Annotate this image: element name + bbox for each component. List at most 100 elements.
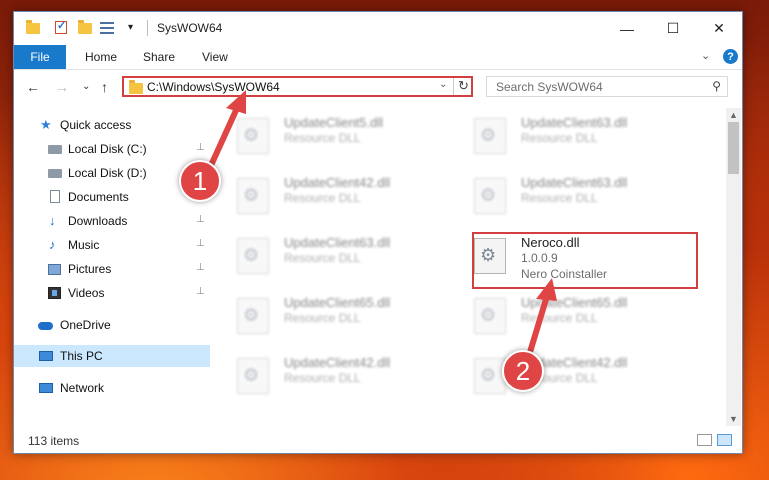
dll-file-icon — [474, 118, 506, 154]
pin-icon[interactable]: ⊥ — [196, 214, 205, 225]
sidebar-item-downloads[interactable]: ↓ Downloads ⊥ — [14, 210, 210, 232]
sidebar-item-label: Pictures — [68, 262, 112, 276]
new-folder-icon[interactable] — [78, 20, 92, 35]
large-icons-view-icon[interactable] — [717, 434, 732, 446]
file-description: Resource DLL — [521, 191, 598, 205]
search-box[interactable]: Search SysWOW64 ⚲ — [486, 76, 728, 97]
file-item[interactable]: UpdateClient63.dll Resource DLL — [462, 110, 692, 164]
refresh-button[interactable]: ↻ — [458, 78, 469, 94]
address-bar[interactable]: C:\Windows\SysWOW64 ⌄ ↻ — [122, 76, 473, 97]
file-name: UpdateClient5.dll — [284, 115, 384, 130]
sidebar-item-label: Network — [60, 381, 105, 395]
tab-share[interactable]: Share — [143, 50, 175, 64]
scroll-up-icon[interactable]: ▲ — [729, 110, 738, 120]
dll-file-icon — [237, 118, 269, 154]
downloads-icon: ↓ — [49, 213, 56, 228]
file-name: UpdateClient65.dll — [521, 295, 628, 310]
file-item[interactable]: UpdateClient42.dll Resource DLL — [225, 170, 455, 224]
sidebar-item-label: Local Disk (C:) — [68, 142, 147, 156]
ribbon-expand-icon[interactable]: ⌄ — [701, 49, 710, 62]
dll-file-icon — [237, 298, 269, 334]
sidebar-item-quick-access[interactable]: ★ Quick access — [14, 114, 210, 136]
this-pc-icon — [39, 349, 53, 363]
back-button[interactable]: ← — [26, 79, 40, 95]
vertical-scrollbar[interactable]: ▲ ▼ — [726, 108, 741, 426]
properties-check-icon[interactable] — [55, 19, 69, 35]
sidebar-item-onedrive[interactable]: OneDrive — [14, 314, 210, 336]
sidebar-item-music[interactable]: ♪ Music ⊥ — [14, 234, 210, 256]
pin-icon[interactable]: ⊥ — [196, 238, 205, 249]
file-item[interactable]: UpdateClient5.dll Resource DLL — [225, 110, 455, 164]
up-button[interactable]: ↑ — [101, 79, 108, 95]
music-icon: ♪ — [49, 237, 56, 252]
pin-icon[interactable]: ⊥ — [196, 262, 205, 273]
address-path[interactable]: C:\Windows\SysWOW64 — [147, 80, 280, 94]
forward-button[interactable]: → — [55, 79, 69, 95]
dll-file-icon — [237, 358, 269, 394]
title-separator — [147, 20, 148, 36]
sidebar-item-local-disk-c[interactable]: Local Disk (C:) ⊥ — [14, 138, 210, 160]
address-separator — [453, 78, 454, 95]
file-item[interactable]: UpdateClient65.dll Resource DLL — [225, 290, 455, 344]
sidebar-item-this-pc[interactable]: This PC — [14, 345, 210, 367]
properties-icon[interactable] — [100, 21, 114, 35]
status-bar: 113 items — [14, 430, 742, 452]
file-name: UpdateClient65.dll — [284, 295, 391, 310]
maximize-button[interactable]: ☐ — [650, 12, 696, 45]
sidebar-item-videos[interactable]: Videos ⊥ — [14, 282, 210, 304]
star-icon: ★ — [40, 117, 52, 132]
dll-file-icon — [474, 358, 506, 394]
window-title: SysWOW64 — [157, 21, 223, 35]
file-item[interactable]: UpdateClient63.dll Resource DLL — [462, 170, 692, 224]
minimize-button[interactable]: — — [604, 12, 650, 45]
file-name: UpdateClient63.dll — [521, 115, 628, 130]
sidebar-item-label: OneDrive — [60, 318, 111, 332]
onedrive-icon — [38, 318, 53, 332]
search-icon[interactable]: ⚲ — [712, 79, 721, 93]
file-description: Resource DLL — [521, 131, 598, 145]
pin-icon[interactable]: ⊥ — [196, 142, 205, 153]
drive-icon — [48, 142, 62, 156]
file-item[interactable]: UpdateClient63.dll Resource DLL — [225, 230, 455, 284]
recent-locations-button[interactable]: ⌄ — [82, 81, 90, 92]
scroll-down-icon[interactable]: ▼ — [729, 414, 738, 424]
file-item[interactable]: UpdateClient65.dll Resource DLL — [462, 290, 692, 344]
navigation-bar: ← → ⌄ ↑ C:\Windows\SysWOW64 ⌄ ↻ Search S… — [14, 70, 742, 104]
file-item[interactable]: UpdateClient42.dll Resource DLL — [225, 350, 455, 404]
file-description: Resource DLL — [284, 191, 361, 205]
navigation-pane: ★ Quick access Local Disk (C:) ⊥ Local D… — [14, 110, 210, 427]
scroll-thumb[interactable] — [728, 122, 739, 174]
tab-home[interactable]: Home — [85, 50, 117, 64]
pictures-icon — [48, 262, 62, 276]
file-description: Resource DLL — [284, 251, 361, 265]
file-name: UpdateClient63.dll — [521, 175, 628, 190]
sidebar-item-label: Local Disk (D:) — [68, 166, 147, 180]
title-bar: ▾ SysWOW64 — ☐ ✕ — [14, 12, 742, 45]
sidebar-item-label: Videos — [68, 286, 105, 300]
help-button[interactable]: ? — [723, 49, 738, 64]
sidebar-item-label: Documents — [68, 190, 129, 204]
search-input[interactable]: Search SysWOW64 — [496, 80, 603, 94]
address-dropdown-icon[interactable]: ⌄ — [439, 79, 447, 90]
file-description: Resource DLL — [284, 131, 361, 145]
file-explorer-window: ▾ SysWOW64 — ☐ ✕ File Home Share View ⌄ … — [13, 11, 743, 454]
file-description: Resource DLL — [284, 371, 361, 385]
ribbon-tabs: File Home Share View ⌄ ? — [14, 45, 742, 70]
file-name: UpdateClient63.dll — [284, 235, 391, 250]
sidebar-item-network[interactable]: Network — [14, 377, 210, 399]
tab-view[interactable]: View — [202, 50, 228, 64]
neroco-highlight-box — [472, 232, 698, 289]
folder-icon[interactable] — [26, 20, 40, 35]
file-name: UpdateClient42.dll — [284, 355, 391, 370]
tab-file[interactable]: File — [14, 45, 66, 69]
close-button[interactable]: ✕ — [696, 12, 742, 45]
file-description: Resource DLL — [521, 311, 598, 325]
details-view-icon[interactable] — [697, 434, 712, 446]
dll-file-icon — [474, 298, 506, 334]
customize-toolbar-icon[interactable]: ▾ — [128, 22, 142, 36]
file-item[interactable]: UpdateClient42.dll Resource DLL — [462, 350, 692, 404]
sidebar-item-label: This PC — [60, 349, 103, 363]
pin-icon[interactable]: ⊥ — [196, 286, 205, 297]
sidebar-item-pictures[interactable]: Pictures ⊥ — [14, 258, 210, 280]
sidebar-item-label: Music — [68, 238, 100, 252]
